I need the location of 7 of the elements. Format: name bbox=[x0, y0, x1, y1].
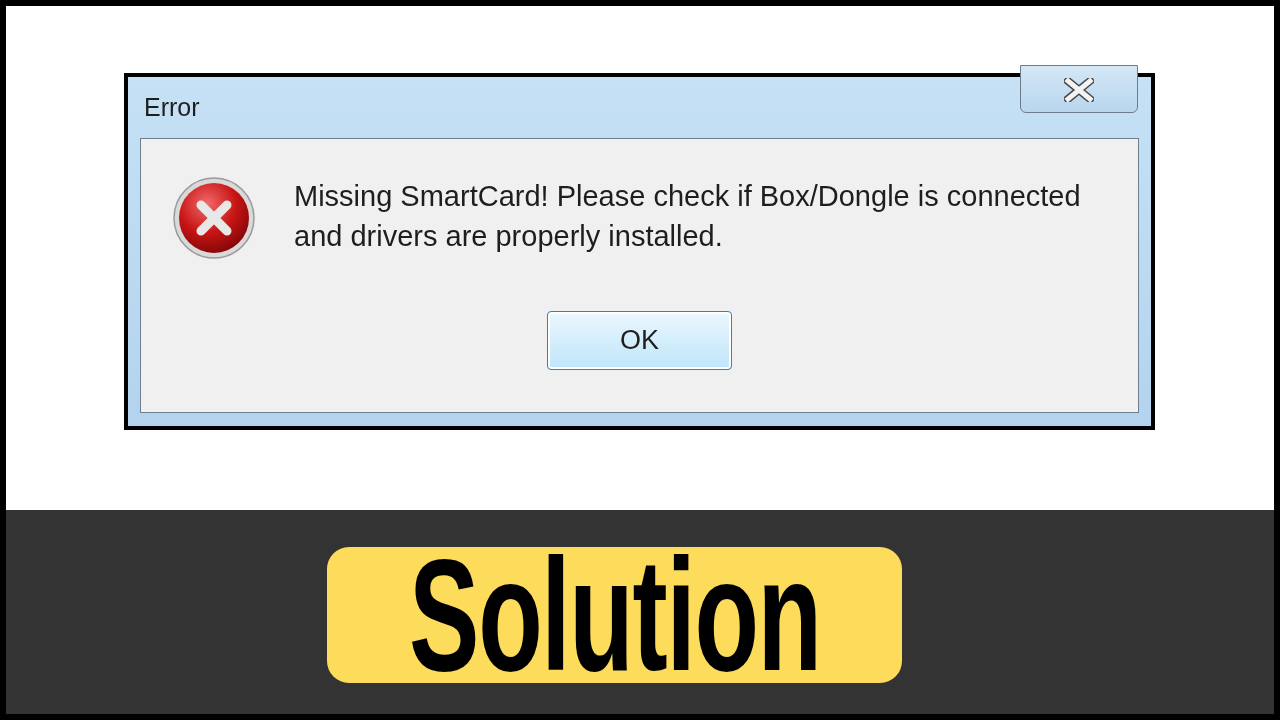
error-icon bbox=[173, 177, 255, 259]
window-title: Error bbox=[144, 91, 200, 123]
close-icon bbox=[1064, 78, 1094, 102]
ok-button[interactable]: OK bbox=[547, 311, 732, 370]
error-message: Missing SmartCard! Please check if Box/Dongle is connected and drivers are properly installed. bbox=[294, 179, 1082, 254]
close-button[interactable] bbox=[1020, 65, 1138, 113]
solution-label: Solution bbox=[327, 547, 902, 683]
